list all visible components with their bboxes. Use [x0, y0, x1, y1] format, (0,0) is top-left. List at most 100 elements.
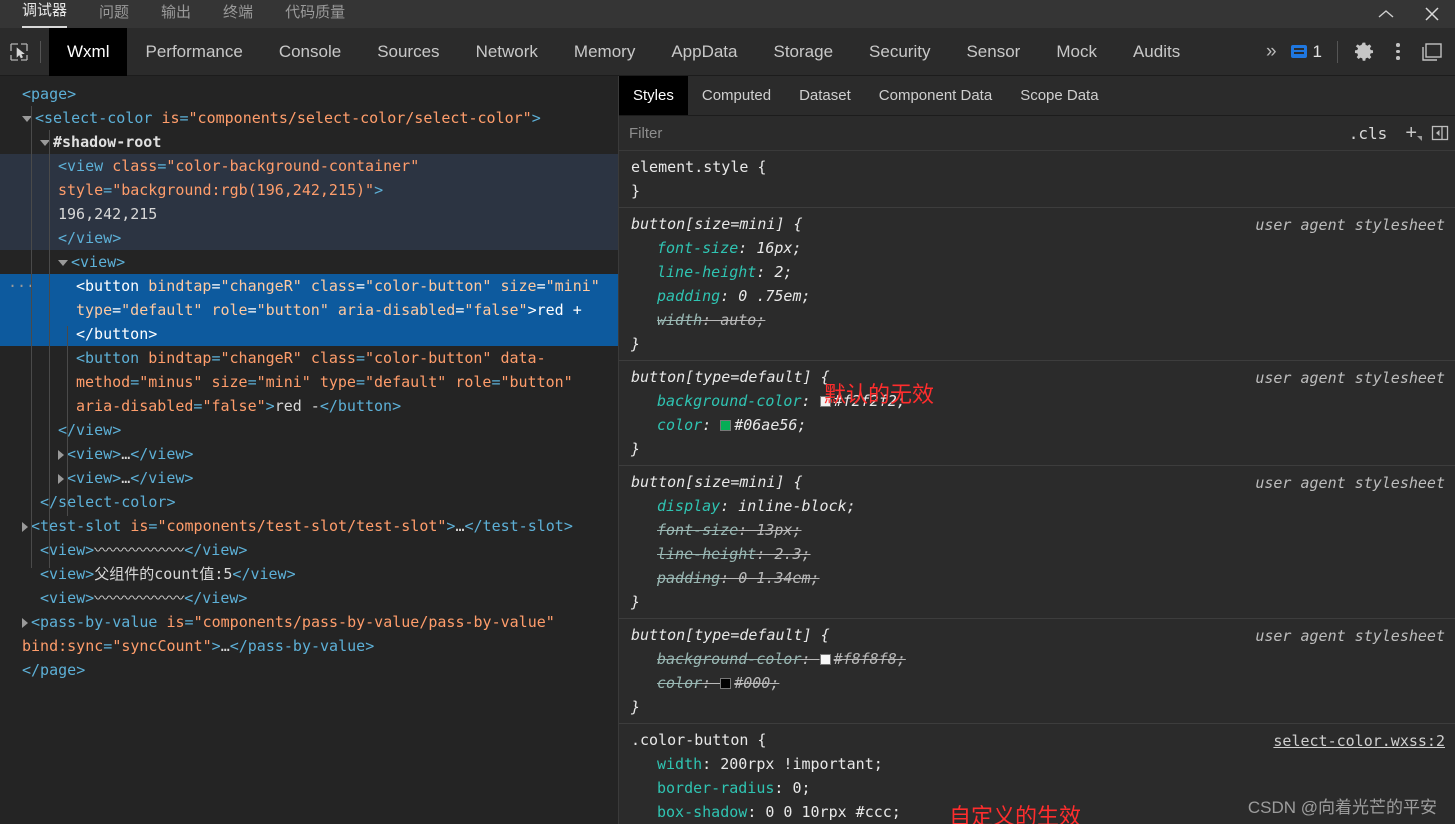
rule-close-brace: } — [631, 440, 641, 458]
dom-node-view-collapsed-1[interactable]: <view>…</view> — [0, 442, 618, 466]
collapse-triangle-icon[interactable] — [58, 259, 68, 266]
tab-memory[interactable]: Memory — [556, 28, 653, 76]
color-swatch[interactable] — [720, 420, 732, 431]
toggle-class-button[interactable]: .cls — [1339, 124, 1398, 143]
dom-node-view-collapsed-2[interactable]: <view>…</view> — [0, 466, 618, 490]
rule-origin: user agent stylesheet — [1255, 216, 1445, 234]
css-property: padding — [657, 569, 721, 587]
tab-network[interactable]: Network — [458, 28, 556, 76]
styles-filter-input[interactable] — [629, 124, 1339, 142]
rule-origin[interactable]: select-color.wxss:2 — [1273, 729, 1445, 753]
outer-tab-terminal[interactable]: 终端 — [223, 1, 253, 28]
css-declaration[interactable]: padding: 0 .75em; — [631, 284, 1455, 308]
annotation-default-invalid: 默认的无效 — [824, 382, 935, 407]
color-swatch[interactable] — [819, 654, 831, 665]
more-options-button[interactable] — [1381, 28, 1415, 76]
dock-panel-button[interactable] — [1415, 28, 1449, 76]
styles-panel: Styles Computed Dataset Component Data S… — [619, 76, 1455, 824]
expand-triangle-icon[interactable] — [22, 521, 28, 532]
dom-tree[interactable]: <page> <select-color is="components/selec… — [0, 76, 618, 682]
css-rule-button-size-mini-2[interactable]: user agent stylesheet button[size=mini] {… — [619, 466, 1455, 619]
dom-node-shadow-root[interactable]: #shadow-root — [0, 130, 618, 154]
kebab-menu-icon — [1396, 43, 1400, 60]
dom-node-button-red-plus[interactable]: ··· <button bindtap="changeR" class="colo… — [0, 274, 618, 346]
css-value: : auto; — [702, 311, 766, 329]
dom-node-color-bg-text[interactable]: 196,242,215 — [0, 202, 618, 226]
css-value: : 0 .75em; — [720, 287, 811, 305]
dom-node-pass-by-value[interactable]: <pass-by-value is="components/pass-by-va… — [0, 610, 618, 658]
tab-audits[interactable]: Audits — [1115, 28, 1198, 76]
tab-performance[interactable]: Performance — [127, 28, 260, 76]
tab-wxml[interactable]: Wxml — [49, 27, 128, 76]
tab-scope-data[interactable]: Scope Data — [1006, 76, 1112, 115]
color-swatch[interactable] — [720, 678, 732, 689]
tab-computed[interactable]: Computed — [688, 76, 785, 115]
outer-tab-debugger[interactable]: 调试器 — [22, 0, 68, 28]
css-declaration[interactable]: color: #06ae56; — [631, 413, 1455, 437]
expand-triangle-icon[interactable] — [58, 473, 64, 484]
dock-panel-icon — [1422, 42, 1442, 61]
tab-security[interactable]: Security — [851, 28, 948, 76]
tab-dataset[interactable]: Dataset — [785, 76, 865, 115]
dom-node-page-close[interactable]: </page> — [0, 658, 618, 682]
css-rule-button-size-mini-1[interactable]: user agent stylesheet button[size=mini] {… — [619, 208, 1455, 361]
dom-node-test-slot[interactable]: <test-slot is="components/test-slot/test… — [0, 514, 618, 538]
collapse-panel-button[interactable] — [1363, 0, 1409, 28]
css-declaration[interactable]: background-color: #f8f8f8; — [631, 647, 1455, 671]
dom-node-view-count[interactable]: <view>父组件的count值:5</view> — [0, 562, 618, 586]
wxml-dom-panel[interactable]: <page> <select-color is="components/selec… — [0, 76, 619, 824]
dom-node-view-squiggle-1[interactable]: <view>〰〰〰〰〰〰</view> — [0, 538, 618, 562]
css-property: width — [657, 755, 703, 773]
expand-triangle-icon[interactable] — [58, 449, 64, 460]
css-rule-element-style[interactable]: element.style {} — [619, 151, 1455, 208]
message-count-indicator[interactable]: 1 — [1285, 42, 1328, 62]
settings-button[interactable] — [1347, 28, 1381, 76]
css-declaration[interactable]: color: #000; — [631, 671, 1455, 695]
more-tabs-button[interactable]: » — [1256, 41, 1285, 63]
outer-tab-problems[interactable]: 问题 — [99, 1, 129, 28]
css-declaration[interactable]: font-size: 16px; — [631, 236, 1455, 260]
css-declaration[interactable]: font-size: 13px; — [631, 518, 1455, 542]
rule-origin: user agent stylesheet — [1255, 627, 1445, 645]
css-declaration[interactable]: width: 200rpx !important; — [631, 752, 1455, 776]
chevron-up-icon — [1378, 10, 1394, 18]
tab-mock[interactable]: Mock — [1038, 28, 1115, 76]
dom-node-page-open[interactable]: <page> — [0, 82, 618, 106]
dom-node-select-color-close[interactable]: </select-color> — [0, 490, 618, 514]
dom-node-select-color-open[interactable]: <select-color is="components/select-colo… — [0, 106, 618, 130]
css-rule-button-type-default-1[interactable]: user agent stylesheet button[type=default… — [619, 361, 1455, 466]
dom-node-view-squiggle-2[interactable]: <view>〰〰〰〰〰〰</view> — [0, 586, 618, 610]
dom-node-view-close[interactable]: </view> — [0, 418, 618, 442]
new-style-rule-button[interactable]: + — [1397, 122, 1425, 145]
css-declaration[interactable]: background-color: #f2f2f2; — [631, 389, 1455, 413]
css-declaration[interactable]: padding: 0 1.34em; — [631, 566, 1455, 590]
dom-node-button-red-minus[interactable]: <button bindtap="changeR" class="color-b… — [0, 346, 618, 418]
css-rules-list[interactable]: element.style {} user agent stylesheet but… — [619, 151, 1455, 824]
css-property: box-shadow — [657, 803, 748, 821]
tab-appdata[interactable]: AppData — [653, 28, 755, 76]
dom-node-color-bg-close[interactable]: </view> — [0, 226, 618, 250]
styles-sidebar-toggle[interactable] — [1425, 124, 1455, 142]
gear-icon — [1354, 42, 1374, 61]
tab-sensor[interactable]: Sensor — [948, 28, 1038, 76]
tab-sources[interactable]: Sources — [359, 28, 457, 76]
css-declaration[interactable]: line-height: 2.3; — [631, 542, 1455, 566]
css-declaration[interactable]: display: inline-block; — [631, 494, 1455, 518]
dom-node-color-bg-view[interactable]: <view class="color-background-container"… — [0, 154, 618, 202]
outer-tab-code-quality[interactable]: 代码质量 — [285, 1, 345, 28]
inspect-element-button[interactable] — [0, 28, 38, 76]
css-declaration[interactable]: line-height: 2; — [631, 260, 1455, 284]
rule-selector[interactable]: element.style { — [631, 155, 1455, 179]
outer-tab-output[interactable]: 输出 — [161, 1, 191, 28]
css-declaration[interactable]: width: auto; — [631, 308, 1455, 332]
tab-storage[interactable]: Storage — [756, 28, 852, 76]
dom-node-view-open[interactable]: <view> — [0, 250, 618, 274]
tab-console[interactable]: Console — [261, 28, 359, 76]
tab-component-data[interactable]: Component Data — [865, 76, 1006, 115]
css-rule-button-type-default-2[interactable]: user agent stylesheet button[type=default… — [619, 619, 1455, 724]
css-property: font-size — [657, 521, 739, 539]
close-window-button[interactable] — [1409, 0, 1455, 28]
tab-styles[interactable]: Styles — [619, 76, 688, 115]
css-value: : inline-block; — [720, 497, 856, 515]
expand-triangle-icon[interactable] — [22, 617, 28, 628]
